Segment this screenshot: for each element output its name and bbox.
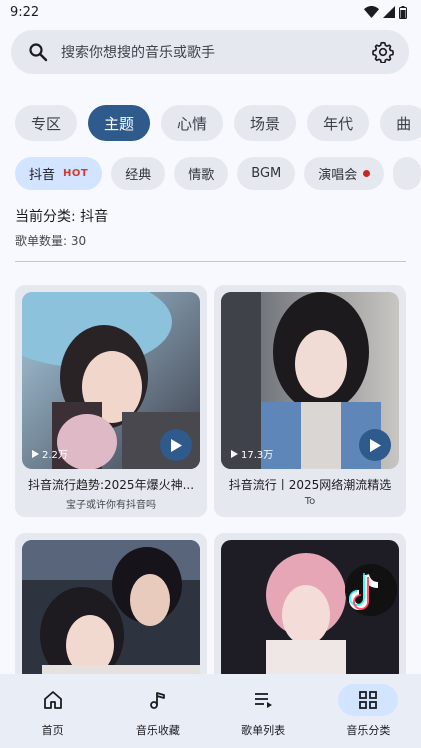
music-note-icon [128, 684, 188, 716]
playlist-card[interactable]: 17.3万 抖音流行丨2025网络潮流精选 To [214, 285, 406, 517]
chip-label: 抖音 [29, 168, 56, 183]
playlist-count: 歌单数量: 30 [15, 234, 87, 248]
chip-label: BGM [251, 166, 282, 181]
play-button[interactable] [160, 429, 192, 461]
hot-badge: HOT [63, 168, 89, 179]
play-icon [171, 438, 182, 452]
status-icons [364, 5, 407, 19]
battery-icon [399, 5, 407, 19]
play-count: 2.2万 [32, 446, 68, 461]
nav-home[interactable]: 首页 [0, 674, 105, 748]
chip-label: 演唱会 [318, 168, 358, 183]
tab-era[interactable]: 年代 [307, 105, 370, 141]
nav-label: 音乐收藏 [135, 724, 180, 737]
playlist-card[interactable] [214, 533, 406, 683]
divider [15, 261, 406, 262]
playlist-subtitle: To [304, 496, 316, 507]
chip-label: 经典 [125, 168, 152, 183]
tab-scene[interactable]: 场景 [234, 105, 297, 141]
playlist-card[interactable]: 2.2万 抖音流行趋势:2025年爆火神... 宝子或许你有抖音吗 [15, 285, 207, 517]
chip-more[interactable] [393, 157, 421, 190]
play-button[interactable] [359, 429, 391, 461]
playlist-cover[interactable]: 2.2万 [22, 292, 200, 469]
tab-mood[interactable]: 心情 [161, 105, 224, 141]
nav-favorites[interactable]: 音乐收藏 [105, 674, 210, 748]
grid-icon [338, 684, 399, 716]
chip-classic[interactable]: 经典 [111, 157, 166, 190]
play-count-icon [32, 449, 39, 458]
playlist-icon [233, 684, 293, 716]
playlist-card[interactable] [15, 533, 207, 683]
playlist-title: 抖音流行趋势:2025年爆火神... [27, 478, 195, 492]
play-count-value: 2.2万 [42, 450, 68, 461]
status-bar: 9:22 [0, 0, 421, 24]
nav-categories[interactable]: 音乐分类 [316, 674, 421, 748]
playlist-title: 抖音流行丨2025网络潮流精选 [228, 478, 392, 492]
nav-label: 首页 [41, 724, 64, 737]
play-count-icon [231, 449, 238, 458]
search-input[interactable]: 搜索你想搜的音乐或歌手 [61, 42, 371, 62]
chip-label: 情歌 [188, 168, 215, 183]
search-bar[interactable]: 搜索你想搜的音乐或歌手 [11, 30, 409, 74]
playlist-subtitle: 宝子或许你有抖音吗 [66, 500, 156, 511]
playlist-cover[interactable] [22, 540, 200, 683]
cover-image [221, 540, 399, 683]
nav-playlists[interactable]: 歌单列表 [211, 674, 316, 748]
search-icon[interactable] [27, 41, 49, 63]
bottom-nav: 首页 音乐收藏 歌单列表 音乐分类 [0, 674, 421, 748]
category-info: 当前分类: 抖音 歌单数量: 30 [15, 206, 108, 249]
tab-zone[interactable]: 专区 [15, 105, 78, 141]
play-icon [370, 438, 381, 452]
category-title: 当前分类: 抖音 [15, 209, 109, 225]
playlist-cover[interactable] [221, 540, 399, 683]
chip-bgm[interactable]: BGM [237, 157, 296, 190]
tab-theme[interactable]: 主题 [88, 105, 151, 141]
nav-label: 音乐分类 [346, 724, 391, 737]
nav-label: 歌单列表 [241, 724, 286, 737]
tab-genre[interactable]: 曲 [380, 105, 421, 141]
new-dot [363, 170, 371, 177]
home-icon [23, 684, 83, 716]
chip-love-songs[interactable]: 情歌 [174, 157, 229, 190]
cover-image [22, 540, 200, 683]
playlist-cover[interactable]: 17.3万 [221, 292, 399, 469]
category-tabs: 专区 主题 心情 场景 年代曲 [0, 105, 421, 143]
chip-concert[interactable]: 演唱会 [304, 157, 385, 190]
play-count-value: 17.3万 [241, 450, 274, 461]
signal-icon [383, 6, 395, 18]
wifi-icon [364, 6, 379, 18]
gear-icon[interactable] [371, 40, 395, 64]
subcategory-chips: 抖音 HOT 经典 情歌 BGM 演唱会 [0, 157, 421, 191]
chip-douyin[interactable]: 抖音 HOT [15, 157, 103, 190]
play-count: 17.3万 [231, 446, 273, 461]
status-time: 9:22 [10, 4, 40, 20]
